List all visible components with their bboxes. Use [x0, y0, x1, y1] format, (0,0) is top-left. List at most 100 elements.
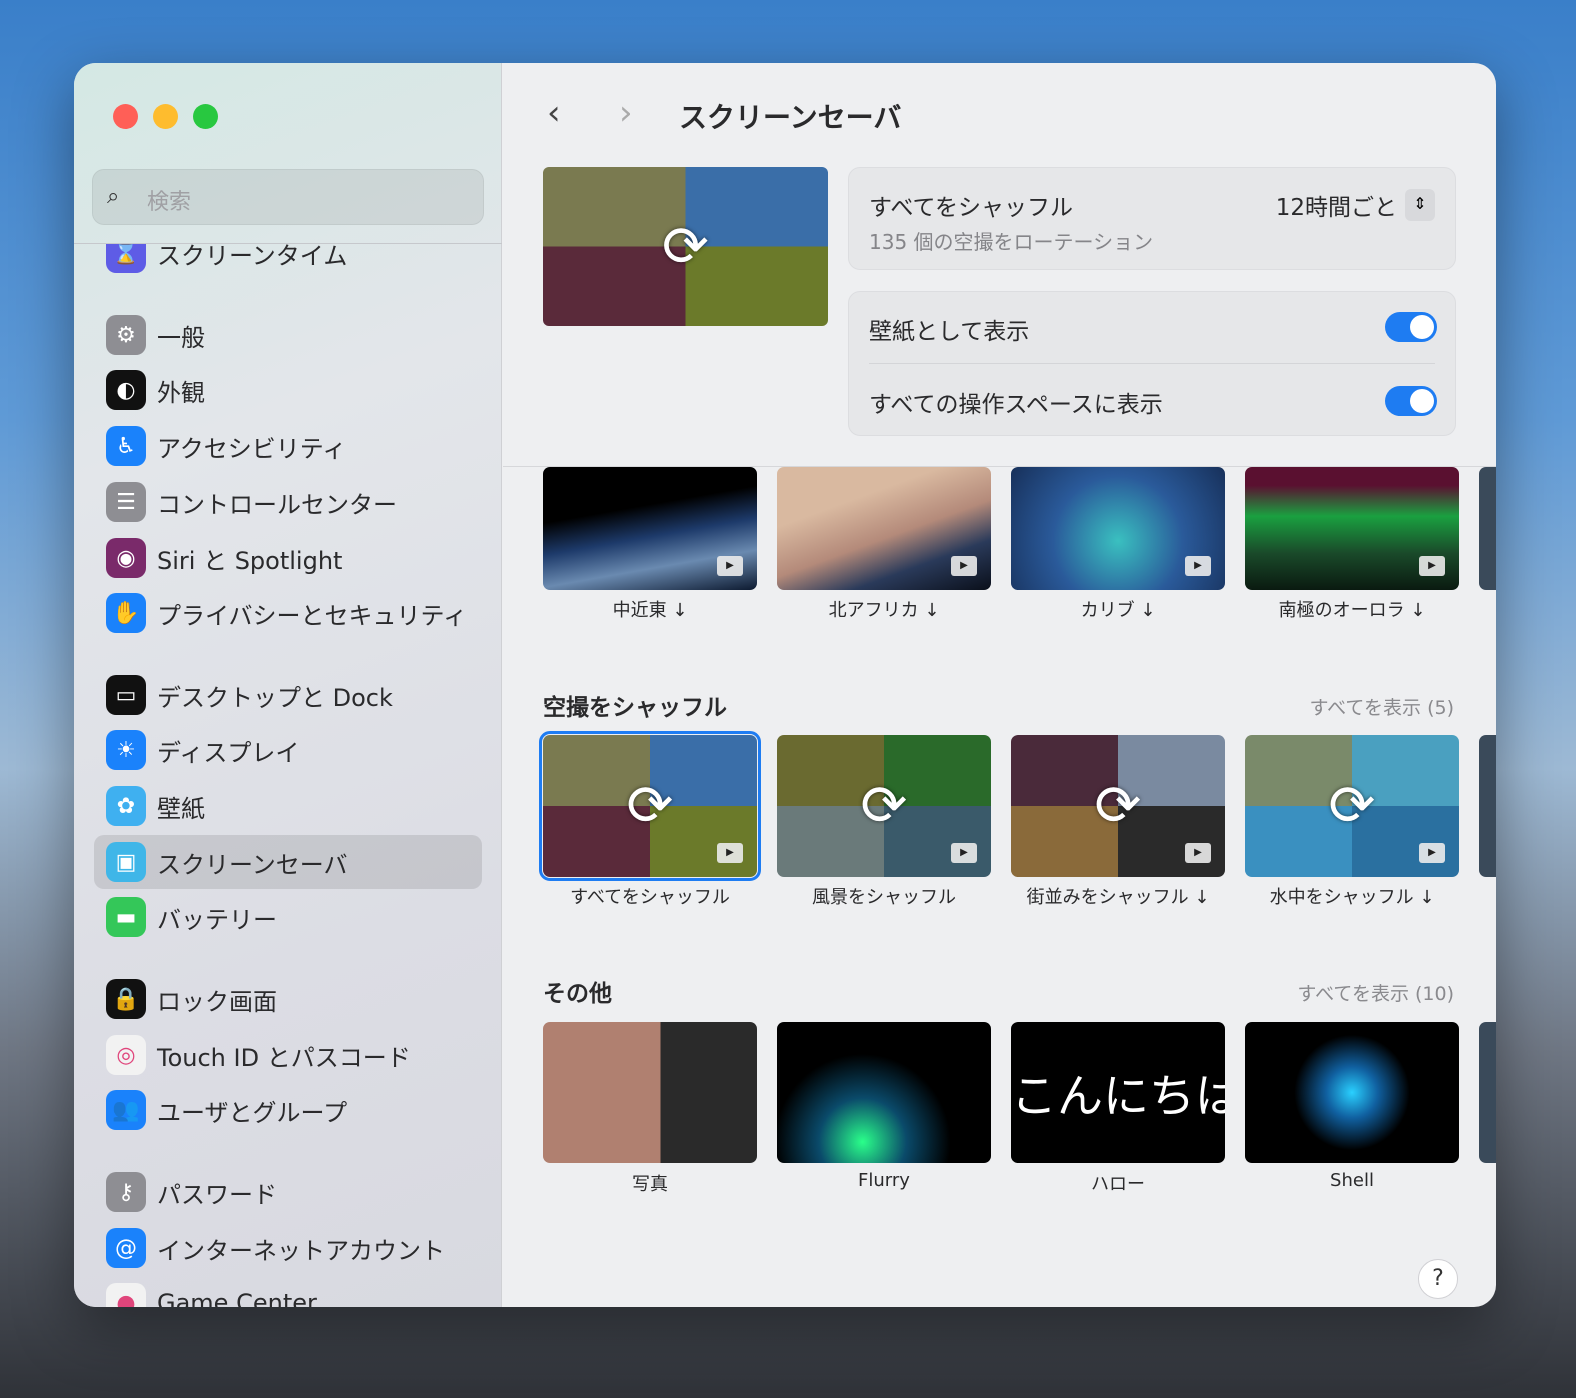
shuffle-subtitle: 135 個の空撮をローテーション — [869, 230, 1154, 254]
search-icon: ⌕ — [107, 184, 120, 209]
sidebar-item-label: スクリーンタイム — [157, 244, 348, 270]
sidebar-item[interactable]: ✿ 壁紙 — [94, 779, 482, 833]
thumbnail-label: Flurry — [858, 1170, 910, 1191]
shuffle-icon: ⟳ — [662, 214, 709, 279]
sidebar-item-label: インターネットアカウント — [157, 1236, 445, 1265]
shuffle-section-title: 空撮をシャッフル — [543, 695, 727, 721]
back-button[interactable]: ‹ — [547, 93, 561, 133]
sidebar-item-label: 壁紙 — [157, 794, 205, 823]
sidebar-item[interactable]: @ インターネットアカウント — [94, 1221, 482, 1275]
page-title: スクリーンセーバ — [679, 101, 902, 134]
thumbnail-label: 南極のオーロラ ↓ — [1278, 600, 1426, 621]
screensaver-thumbnail[interactable]: ⟳ ▶ — [539, 731, 761, 881]
divider — [869, 363, 1435, 364]
sidebar-item[interactable]: ☀ ディスプレイ — [94, 723, 482, 777]
sidebar-item[interactable]: ✋ プライバシーとセキュリティ — [94, 586, 482, 640]
help-button[interactable]: ? — [1418, 1259, 1458, 1299]
thumbnail-label: ハロー — [1091, 1174, 1145, 1195]
fingerprint-icon: ◎ — [106, 1035, 146, 1075]
sidebar-item-label: アクセシビリティ — [157, 434, 347, 463]
interval-value: 12時間ごと — [1275, 195, 1397, 221]
shuffle-icon: ⟳ — [1094, 773, 1142, 839]
thumbnail-label: Shell — [1330, 1170, 1374, 1191]
game-center-icon: ● — [106, 1283, 146, 1307]
screensaver-thumbnail[interactable] — [1245, 1022, 1459, 1163]
content-pane: ‹ › スクリーンセーバ ⟳ すべてをシャッフル 135 個の空撮をローテーショ… — [503, 63, 1496, 1307]
sidebar-item[interactable]: ◐ 外観 — [94, 363, 482, 417]
display-options-card: 壁紙として表示 すべての操作スペースに表示 — [848, 291, 1456, 436]
interval-select[interactable]: 12時間ごと ⇕ — [1276, 188, 1435, 222]
spaces-label: すべての操作スペースに表示 — [869, 392, 1163, 418]
sidebar-item[interactable]: ◎ Touch ID とパスコード — [94, 1028, 482, 1082]
sidebar-item-label: 一般 — [157, 323, 205, 352]
sidebar-item[interactable]: ▣ スクリーンセーバ — [94, 835, 482, 889]
thumbnail-label: 北アフリカ ↓ — [828, 600, 940, 621]
sidebar-item-label: ロック画面 — [157, 987, 277, 1016]
screensaver-thumbnail[interactable]: ▶ — [543, 467, 757, 590]
sidebar-item-label: Game Center — [157, 1289, 317, 1307]
toggles-icon: ☰ — [106, 482, 146, 522]
play-icon: ▶ — [951, 556, 977, 576]
screensaver-thumbnail[interactable]: ⟳ ▶ — [1245, 735, 1459, 877]
thumbnail-label: 街並みをシャッフル ↓ — [1026, 887, 1210, 908]
wallpaper-label: 壁紙として表示 — [869, 319, 1030, 345]
search-placeholder: 検索 — [147, 190, 192, 215]
minimize-button[interactable] — [153, 104, 178, 129]
flower-icon: ✿ — [106, 786, 146, 826]
zoom-button[interactable] — [193, 104, 218, 129]
screensaver-thumbnail[interactable] — [777, 1022, 991, 1163]
sidebar-list[interactable]: ⌛ スクリーンタイム ⚙ 一般 ◐ 外観 ♿ アクセシビリティ ☰ コントロールセンター ◉ Siri… — [74, 244, 502, 1307]
screensaver-thumbnail[interactable]: こんにちは — [1011, 1022, 1225, 1163]
shuffle-show-all-link[interactable]: すべてを表示 (5) — [1310, 693, 1454, 720]
dock-icon: ▭ — [106, 675, 146, 715]
sidebar-item-label: プライバシーとセキュリティ — [157, 601, 468, 630]
brightness-icon: ☀ — [106, 730, 146, 770]
partial-thumbnail[interactable] — [1479, 467, 1496, 590]
system-settings-window: ⌕ 検索 ⌛ スクリーンタイム ⚙ 一般 ◐ 外観 ♿ アクセシビリティ ☰ コントロールセンター… — [74, 63, 1496, 1307]
thumbnail-label: 写真 — [632, 1174, 668, 1195]
sidebar-item[interactable]: 🔒 ロック画面 — [94, 972, 482, 1026]
sidebar-item-label: パスワード — [157, 1180, 277, 1209]
sidebar-item[interactable]: ⚙ 一般 — [94, 308, 482, 362]
sidebar-item-label: 外観 — [157, 378, 205, 407]
partial-thumbnail[interactable] — [1479, 1022, 1496, 1163]
sidebar-item[interactable]: ▭ デスクトップと Dock — [94, 668, 482, 722]
gear-icon: ⚙ — [106, 315, 146, 355]
other-show-all-link[interactable]: すべてを表示 (10) — [1297, 979, 1454, 1006]
screensaver-thumbnail[interactable]: ▶ — [1011, 467, 1225, 590]
users-icon: 👥 — [106, 1090, 146, 1130]
sidebar-item-label: デスクトップと Dock — [157, 683, 393, 712]
thumbnail-label: すべてをシャッフル — [570, 887, 730, 908]
sidebar-item[interactable]: ☰ コントロールセンター — [94, 475, 482, 529]
sidebar-item[interactable]: ⚷ パスワード — [94, 1165, 482, 1219]
hand-icon: ✋ — [106, 593, 146, 633]
screensaver-thumbnail[interactable]: ⟳ ▶ — [777, 735, 991, 877]
forward-button[interactable]: › — [619, 93, 633, 133]
at-icon: @ — [106, 1228, 146, 1268]
accessibility-icon: ♿ — [106, 426, 146, 466]
search-input[interactable]: ⌕ 検索 — [92, 169, 484, 225]
screensaver-thumbnail[interactable]: ▶ — [777, 467, 991, 590]
screensaver-thumbnail[interactable]: ▶ — [1245, 467, 1459, 590]
sidebar-item[interactable]: 👥 ユーザとグループ — [94, 1083, 482, 1137]
spaces-toggle[interactable] — [1385, 386, 1437, 416]
sidebar-item[interactable]: ♿ アクセシビリティ — [94, 419, 482, 473]
play-icon: ▶ — [717, 556, 743, 576]
close-button[interactable] — [113, 104, 138, 129]
screensaver-thumbnail[interactable]: ⟳ ▶ — [1011, 735, 1225, 877]
play-icon: ▶ — [1419, 843, 1445, 863]
sidebar-item-label: バッテリー — [157, 905, 277, 934]
sidebar-item[interactable]: ▬ バッテリー — [94, 890, 482, 944]
shuffle-icon: ⟳ — [1328, 773, 1376, 839]
wallpaper-toggle[interactable] — [1385, 312, 1437, 342]
hello-art: こんにちは — [1011, 1069, 1225, 1123]
sidebar-item-label: スクリーンセーバ — [157, 850, 348, 879]
thumbnail-label: 中近東 ↓ — [612, 600, 688, 621]
partial-thumbnail[interactable] — [1479, 735, 1496, 877]
sidebar-item[interactable]: ● Game Center — [94, 1276, 482, 1307]
screensaver-thumbnail[interactable] — [543, 1022, 757, 1163]
hourglass-icon: ⌛ — [106, 244, 146, 273]
sidebar-item[interactable]: ⌛ スクリーンタイム — [94, 244, 482, 280]
sidebar-item[interactable]: ◉ Siri と Spotlight — [94, 531, 482, 585]
play-icon: ▶ — [951, 843, 977, 863]
